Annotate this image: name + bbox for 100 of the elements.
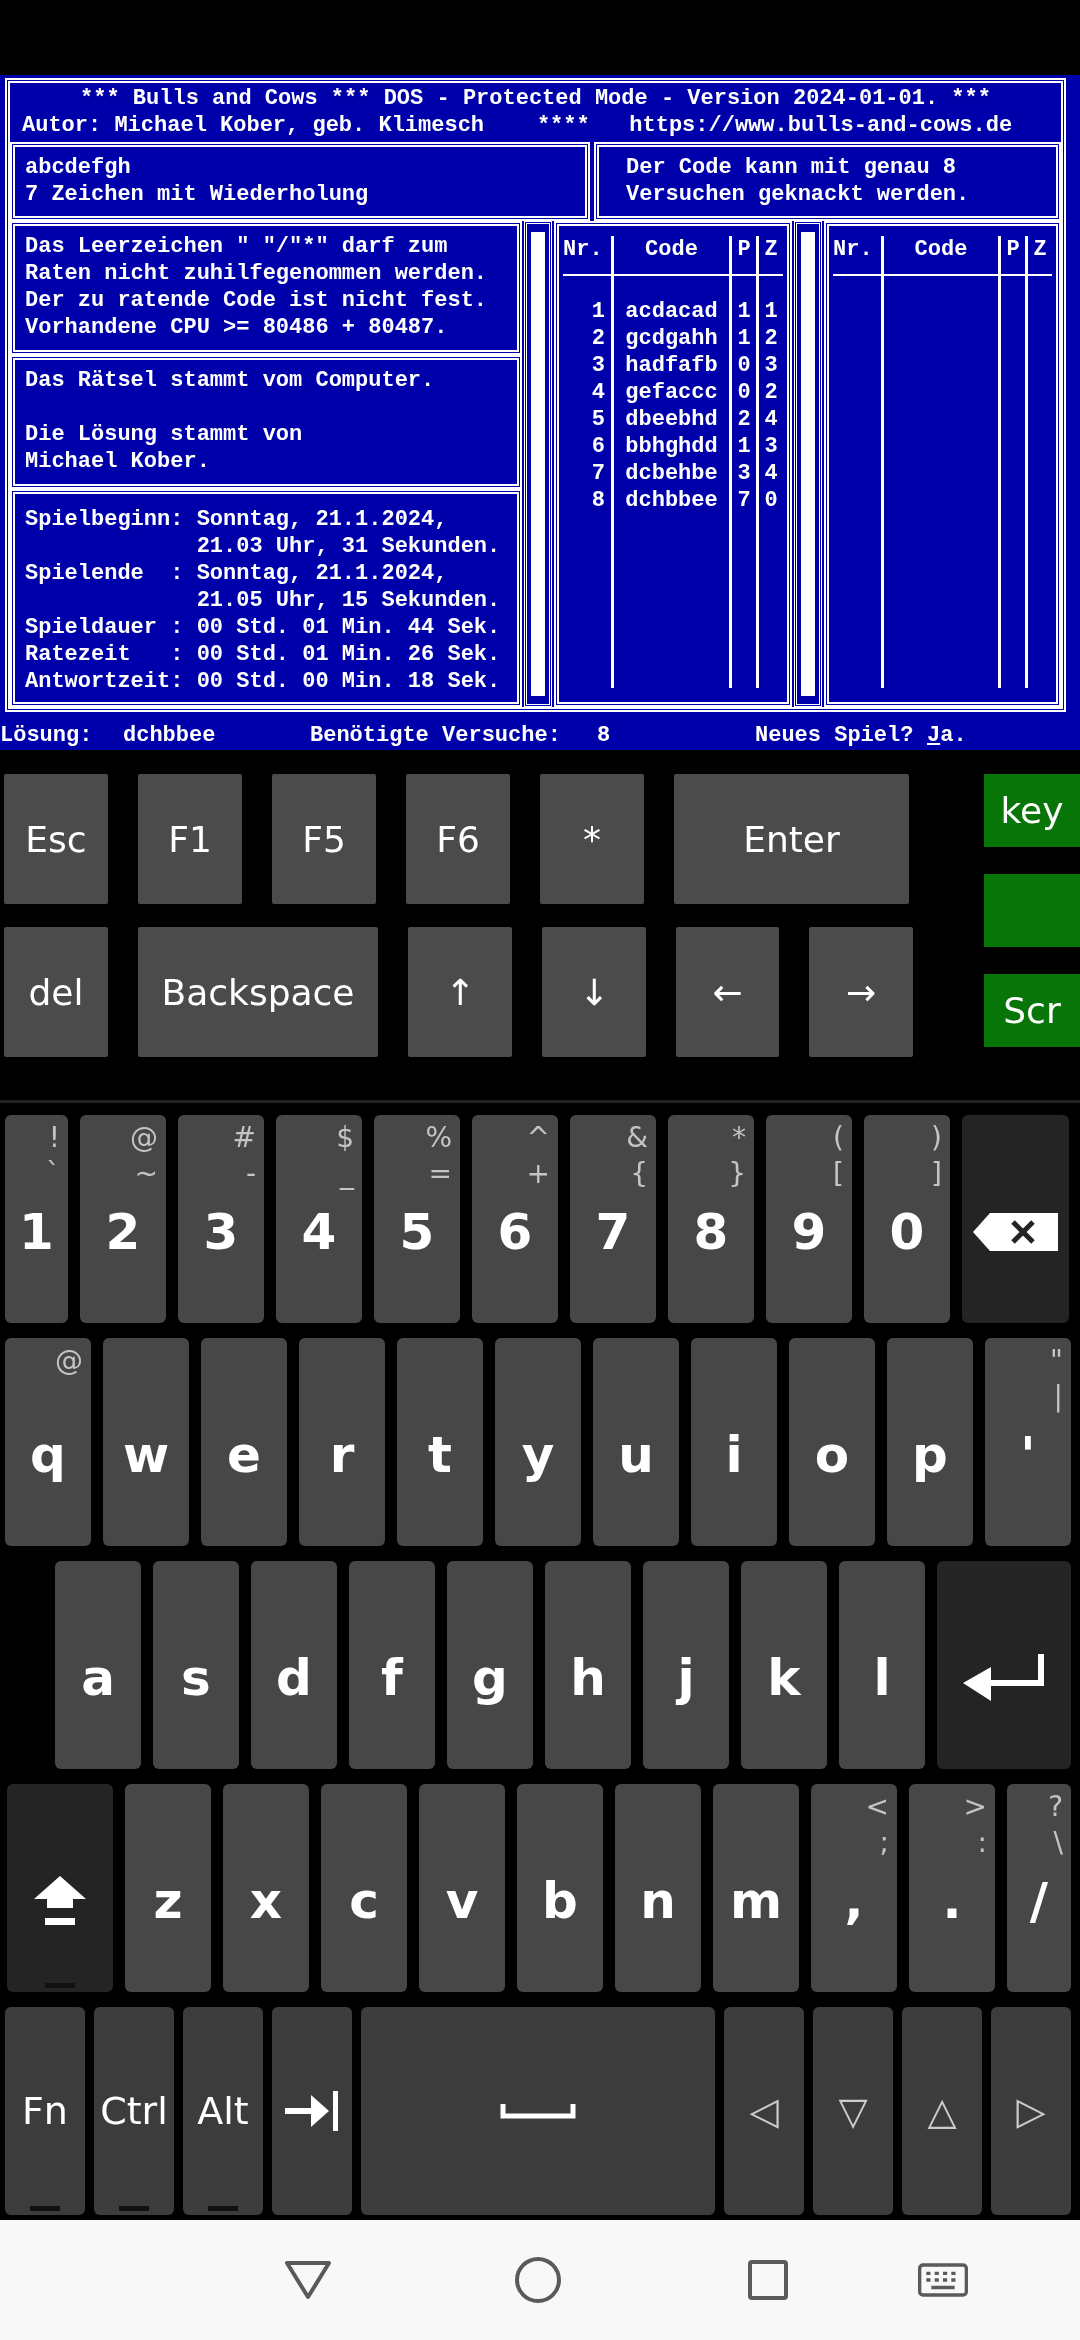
secondary-symbol: ; xyxy=(879,1828,889,1858)
secondary-symbol: ( xyxy=(833,1123,844,1153)
key[interactable]: ' " | xyxy=(985,1338,1071,1546)
key[interactable]: 3 # - xyxy=(178,1115,264,1323)
secondary-symbol: \ xyxy=(1053,1828,1063,1858)
function-key[interactable]: ← xyxy=(676,927,779,1057)
secondary-symbol: & xyxy=(626,1123,648,1153)
table-cell: 3 xyxy=(757,352,783,379)
key[interactable]: s xyxy=(153,1561,239,1769)
key[interactable]: q @ xyxy=(5,1338,91,1546)
key[interactable]: y xyxy=(495,1338,581,1546)
key[interactable]: t xyxy=(397,1338,483,1546)
secondary-symbol: + xyxy=(526,1159,550,1189)
key[interactable]: △ xyxy=(902,2007,982,2215)
key[interactable]: w xyxy=(103,1338,189,1546)
key[interactable]: 2 @ ~ xyxy=(80,1115,166,1323)
key[interactable]: l xyxy=(839,1561,925,1769)
key[interactable]: p xyxy=(887,1338,973,1546)
scrollbar[interactable] xyxy=(531,232,545,696)
function-key[interactable]: F5 xyxy=(272,774,376,904)
info-text: Die Lösung stammt von xyxy=(25,421,304,448)
key[interactable]: n xyxy=(615,1784,701,1992)
function-key[interactable]: Enter xyxy=(674,774,909,904)
key[interactable]: k xyxy=(741,1561,827,1769)
recents-icon[interactable] xyxy=(747,2259,789,2301)
key[interactable]: c xyxy=(321,1784,407,1992)
keyboard-icon[interactable] xyxy=(918,2260,968,2300)
key[interactable]: 9 ( [ xyxy=(766,1115,852,1323)
column-header: Code xyxy=(612,236,731,275)
key[interactable]: x xyxy=(223,1784,309,1992)
key[interactable]: h xyxy=(545,1561,631,1769)
modifier-key[interactable]: Fn xyxy=(5,2007,85,2215)
key[interactable]: o xyxy=(789,1338,875,1546)
backspace-key[interactable] xyxy=(962,1115,1069,1323)
key[interactable]: v xyxy=(419,1784,505,1992)
secondary-symbol: ? xyxy=(1048,1792,1063,1822)
key[interactable]: a xyxy=(55,1561,141,1769)
key[interactable]: j xyxy=(643,1561,729,1769)
key[interactable]: . > : xyxy=(909,1784,995,1992)
key[interactable]: u xyxy=(593,1338,679,1546)
function-key[interactable]: F1 xyxy=(138,774,242,904)
key[interactable]: 1 ! ` xyxy=(5,1115,68,1323)
function-key[interactable]: ↑ xyxy=(408,927,512,1057)
modifier-key[interactable]: Alt xyxy=(183,2007,263,2215)
modifier-key[interactable]: Ctrl xyxy=(94,2007,174,2215)
table-cell: 3 xyxy=(757,433,783,460)
key[interactable]: ◁ xyxy=(724,2007,804,2215)
side-button[interactable]: Scr xyxy=(984,974,1080,1047)
key[interactable]: m xyxy=(713,1784,799,1992)
key[interactable]: ▷ xyxy=(991,2007,1071,2215)
time-value: Sonntag, 21.1.2024, xyxy=(196,560,449,587)
key[interactable]: i xyxy=(691,1338,777,1546)
secondary-symbol: - xyxy=(245,1159,256,1189)
info-text: Michael Kober. xyxy=(25,448,211,475)
function-key[interactable]: F6 xyxy=(406,774,510,904)
info-text: 7 Zeichen mit Wiederholung xyxy=(25,180,370,208)
table-cell: gcdgahh xyxy=(612,325,731,352)
key[interactable]: 0 ) ] xyxy=(864,1115,950,1323)
key[interactable]: g xyxy=(447,1561,533,1769)
key[interactable]: , < ; xyxy=(811,1784,897,1992)
key[interactable]: 7 & { xyxy=(570,1115,656,1323)
key[interactable]: 6 ^ + xyxy=(472,1115,558,1323)
key[interactable]: e xyxy=(201,1338,287,1546)
key[interactable]: z xyxy=(125,1784,211,1992)
key[interactable]: b xyxy=(517,1784,603,1992)
key[interactable]: 4 $ _ xyxy=(276,1115,362,1323)
function-key[interactable]: Backspace xyxy=(138,927,378,1057)
tab-key[interactable] xyxy=(272,2007,352,2215)
secondary-symbol: ] xyxy=(931,1159,942,1189)
secondary-symbol: ! xyxy=(48,1123,60,1153)
key[interactable]: f xyxy=(349,1561,435,1769)
secondary-symbol: $ xyxy=(336,1123,354,1153)
shift-key[interactable] xyxy=(7,1784,113,1992)
function-key[interactable]: Esc xyxy=(4,774,108,904)
function-key[interactable]: del xyxy=(4,927,108,1057)
key[interactable]: ▽ xyxy=(813,2007,893,2215)
function-key[interactable]: ↓ xyxy=(542,927,646,1057)
column-header: P xyxy=(999,236,1027,275)
info-text: Versuchen geknackt werden. xyxy=(626,180,971,208)
secondary-symbol: ) xyxy=(931,1123,942,1153)
function-key[interactable]: * xyxy=(540,774,644,904)
table-cell: 1 xyxy=(730,433,758,460)
status-value: 8 xyxy=(597,721,612,749)
key[interactable]: d xyxy=(251,1561,337,1769)
table-cell: 7 xyxy=(563,460,613,487)
back-icon[interactable] xyxy=(284,2260,332,2300)
secondary-symbol: [ xyxy=(833,1159,844,1189)
function-key[interactable]: → xyxy=(809,927,913,1057)
shift-icon xyxy=(33,1875,87,1927)
scrollbar[interactable] xyxy=(801,232,815,696)
home-icon[interactable] xyxy=(514,2256,562,2304)
secondary-symbol: @ xyxy=(130,1123,158,1153)
side-button[interactable]: key xyxy=(984,774,1080,847)
key[interactable]: 5 % = xyxy=(374,1115,460,1323)
key[interactable]: r xyxy=(299,1338,385,1546)
table-cell: 8 xyxy=(563,487,613,514)
key[interactable]: 8 * } xyxy=(668,1115,754,1323)
key[interactable]: / ? \ xyxy=(1007,1784,1071,1992)
space-bar-icon xyxy=(500,2102,576,2120)
enter-key[interactable] xyxy=(937,1561,1071,1769)
